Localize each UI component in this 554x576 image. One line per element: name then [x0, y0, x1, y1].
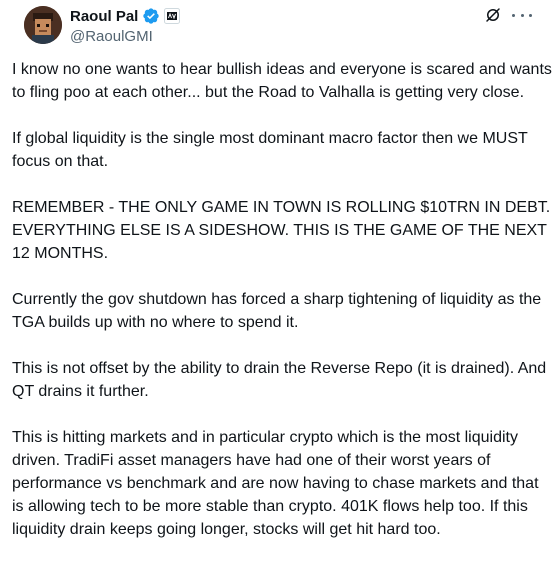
- tweet-text: I know no one wants to hear bullish idea…: [12, 58, 552, 564]
- dot-icon: [529, 13, 532, 17]
- tweet-paragraph: REMEMBER - THE ONLY GAME IN TOWN IS ROLL…: [12, 199, 551, 262]
- tweet-paragraph: Currently the gov shutdown has forced a …: [12, 291, 546, 331]
- dot-icon: [512, 13, 515, 17]
- more-options-icon[interactable]: [512, 6, 532, 24]
- tweet-paragraph: This is hitting markets and in particula…: [12, 429, 543, 538]
- verified-badge-icon: [142, 7, 160, 25]
- tweet-header: Raoul Pal @RaoulGMI: [12, 0, 542, 56]
- author-handle[interactable]: @RaoulGMI: [70, 28, 180, 45]
- grok-icon[interactable]: [484, 6, 502, 24]
- author-block: Raoul Pal @RaoulGMI: [70, 6, 181, 45]
- tweet-paragraph: This is not offset by the ability to dra…: [12, 360, 551, 400]
- affiliate-logo-icon[interactable]: [164, 8, 181, 24]
- tweet-paragraph: If global liquidity is the single most d…: [12, 130, 532, 170]
- tweet-paragraph: I know no one wants to hear bullish idea…: [12, 61, 552, 101]
- avatar[interactable]: [24, 6, 62, 44]
- name-row: Raoul Pal: [70, 6, 181, 26]
- tweet-card: Raoul Pal @RaoulGMI I know no one wants …: [0, 0, 554, 576]
- display-name[interactable]: Raoul Pal: [70, 8, 138, 25]
- dot-icon: [520, 13, 524, 17]
